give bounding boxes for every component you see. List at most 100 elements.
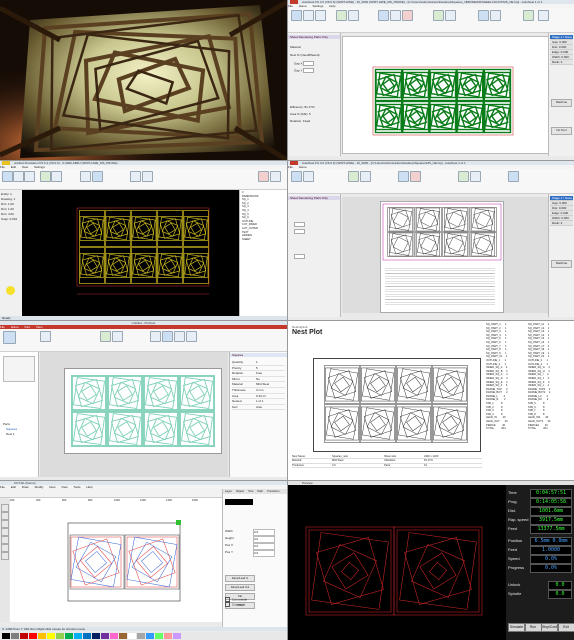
property-tab[interactable]: Tool <box>248 489 253 493</box>
nest-button[interactable] <box>348 171 359 182</box>
rotate-button[interactable] <box>390 10 401 21</box>
delete-button[interactable] <box>402 10 413 21</box>
controller-button[interactable]: Stop/Continue <box>541 623 558 632</box>
color-swatch[interactable] <box>137 633 145 639</box>
open-button[interactable] <box>303 171 314 182</box>
color-swatch[interactable] <box>119 633 127 639</box>
property-tab[interactable]: Layer <box>225 489 232 493</box>
open-button[interactable] <box>13 171 24 182</box>
controller-button[interactable]: Simulate <box>508 623 525 632</box>
cut-option[interactable]: Cut inside <box>225 602 285 608</box>
nest-canvas[interactable] <box>40 352 228 477</box>
plate-button[interactable] <box>174 331 185 342</box>
zoom-button[interactable] <box>80 171 91 182</box>
checkbox[interactable] <box>225 597 230 602</box>
parts-button[interactable] <box>378 10 389 21</box>
tree-item[interactable]: Nest 1 <box>6 432 15 436</box>
color-swatch[interactable] <box>173 633 181 639</box>
property-row[interactable]: Height 0.0 <box>225 536 285 543</box>
color-swatch[interactable] <box>101 633 109 639</box>
save-button[interactable] <box>315 10 326 21</box>
toolpath-canvas[interactable] <box>288 485 506 640</box>
color-swatch[interactable] <box>38 633 46 639</box>
circle-tool[interactable] <box>1 528 9 536</box>
property-row[interactable]: Pos Y 0.0 <box>225 550 285 557</box>
color-swatch[interactable] <box>146 633 154 639</box>
node-tool[interactable] <box>1 552 9 560</box>
new-button[interactable] <box>291 10 302 21</box>
property-tab[interactable]: Path <box>257 489 263 493</box>
right-item[interactable]: Rank: 3 <box>550 221 573 226</box>
export-button[interactable] <box>51 171 62 182</box>
tree-item[interactable]: Squares <box>6 427 17 431</box>
import-button[interactable] <box>40 171 51 182</box>
color-swatch[interactable] <box>128 633 136 639</box>
controller-button[interactable]: Exit <box>557 623 574 632</box>
color-swatch[interactable] <box>56 633 64 639</box>
right-item[interactable]: Rank: 3 <box>550 60 573 65</box>
print-button[interactable] <box>270 171 281 182</box>
layer-list[interactable]: 0 DIMENSIONS SQ_1 SQ_2 SQ_3 SQ_4 SQ_5 SQ… <box>242 191 258 241</box>
color-swatch[interactable] <box>74 633 82 639</box>
color-swatch[interactable] <box>20 633 28 639</box>
sheet-button[interactable] <box>360 171 371 182</box>
add-part-button[interactable] <box>40 331 51 342</box>
color-swatch[interactable] <box>155 633 163 639</box>
dimension-button[interactable] <box>142 171 153 182</box>
color-swatch[interactable] <box>47 633 55 639</box>
report-button[interactable] <box>470 171 481 182</box>
auto-nest-button[interactable] <box>433 10 444 21</box>
property-tab[interactable]: Transform <box>267 489 280 493</box>
color-swatch[interactable] <box>110 633 118 639</box>
line-tool[interactable] <box>1 512 9 520</box>
tree-item[interactable]: Parts <box>3 422 10 426</box>
gap-x-input[interactable] <box>303 61 315 66</box>
output-button[interactable] <box>150 331 161 342</box>
options-button[interactable] <box>538 10 549 21</box>
open-button[interactable] <box>303 10 314 21</box>
nest-button[interactable] <box>336 10 347 21</box>
checkbox[interactable] <box>225 602 230 608</box>
color-swatch[interactable] <box>2 633 10 639</box>
run-button[interactable] <box>258 171 269 182</box>
color-swatch[interactable] <box>65 633 73 639</box>
report-button[interactable] <box>162 331 173 342</box>
auto-nest-button[interactable] <box>100 331 111 342</box>
offset-input[interactable] <box>294 254 305 259</box>
color-swatch[interactable] <box>29 633 37 639</box>
nest-canvas[interactable] <box>342 36 550 154</box>
gap-y-input[interactable] <box>303 68 315 73</box>
controller-button[interactable]: Run <box>524 623 542 632</box>
color-swatch[interactable] <box>11 633 19 639</box>
path-option-button[interactable]: Ramp/Lead In <box>225 575 255 582</box>
select-button[interactable] <box>92 171 103 182</box>
sequence-button[interactable] <box>112 331 123 342</box>
machine-button-rb[interactable] <box>490 10 501 21</box>
auto-nest-button[interactable] <box>458 171 469 182</box>
simulate-button[interactable] <box>523 10 534 21</box>
post-button[interactable] <box>508 171 519 182</box>
save-button[interactable] <box>24 171 35 182</box>
color-swatch[interactable] <box>92 633 100 639</box>
quote-button[interactable] <box>186 331 197 342</box>
property-tab[interactable]: Object <box>236 489 244 493</box>
new-button[interactable] <box>2 171 13 182</box>
path-option-button[interactable]: Ramp/Lead Out <box>225 584 255 591</box>
machine-button[interactable]: Machine <box>551 260 572 268</box>
sheet-button[interactable] <box>348 10 359 21</box>
cam-canvas[interactable] <box>10 503 222 622</box>
text-tool[interactable] <box>1 536 9 544</box>
select-tool[interactable] <box>1 504 9 512</box>
post-button[interactable] <box>478 10 489 21</box>
report-button[interactable] <box>445 10 456 21</box>
color-swatch[interactable] <box>83 633 91 639</box>
machine-button[interactable]: Machine <box>551 99 572 107</box>
rect-tool[interactable] <box>1 520 9 528</box>
gap-y-input[interactable] <box>294 229 305 234</box>
zoom-tool[interactable] <box>1 544 9 552</box>
cad-canvas[interactable] <box>22 190 240 317</box>
delete-button[interactable] <box>410 171 421 182</box>
paste-button[interactable] <box>3 331 16 344</box>
report-preview-canvas[interactable] <box>342 197 548 313</box>
color-swatch[interactable] <box>164 633 172 639</box>
